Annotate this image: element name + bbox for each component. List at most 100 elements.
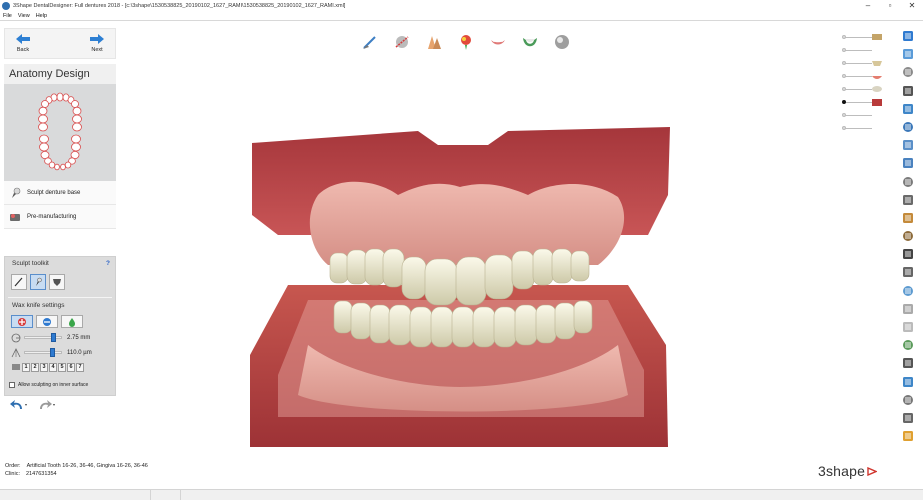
back-button[interactable]: Back xyxy=(8,32,38,58)
articulator-icon xyxy=(871,45,883,55)
lower-model-icon xyxy=(872,86,882,92)
bite-guard-icon xyxy=(871,123,883,133)
close-icon[interactable]: ✕ xyxy=(901,0,923,12)
wax-knife-tool-icon[interactable] xyxy=(30,274,46,290)
gingiva-icon[interactable] xyxy=(489,33,507,51)
smooth-material-icon[interactable] xyxy=(61,315,83,328)
screenshot-icon[interactable] xyxy=(902,321,914,333)
visibility-panel xyxy=(838,31,886,135)
main-toolbar xyxy=(361,33,571,51)
allow-inner-checkbox[interactable] xyxy=(9,382,15,388)
back-label: Back xyxy=(16,47,30,53)
occlusion-icon[interactable] xyxy=(902,230,914,242)
denture-base-icon[interactable] xyxy=(521,33,539,51)
close-view-icon[interactable] xyxy=(902,30,914,42)
status-bar xyxy=(0,489,923,500)
sculpt-knife-icon xyxy=(12,187,21,198)
wizard-nav: Back Next xyxy=(4,28,116,59)
wax-knife-title: Wax knife settings xyxy=(12,302,65,309)
preset-4-button[interactable]: 4 xyxy=(49,362,57,372)
radius-slider-thumb[interactable] xyxy=(51,333,56,342)
front-view-icon[interactable] xyxy=(902,103,914,115)
next-button[interactable]: Next xyxy=(82,32,112,58)
knife-tool-icon[interactable] xyxy=(11,274,27,290)
sculpt-icon[interactable] xyxy=(902,194,914,206)
preset-row: 1 2 3 4 5 6 7 xyxy=(8,360,112,374)
preset-5-button[interactable]: 5 xyxy=(58,362,66,372)
denture-model-render xyxy=(250,127,670,447)
toolkit-tools xyxy=(8,271,112,293)
clip-icon[interactable] xyxy=(902,266,914,278)
cut-tool-icon[interactable] xyxy=(393,33,411,51)
logo-text: 3shape xyxy=(818,463,866,479)
visibility-row-bite-guard[interactable] xyxy=(838,122,886,135)
ball-view-icon[interactable] xyxy=(902,66,914,78)
visibility-row-upper-teeth[interactable] xyxy=(838,57,886,70)
hat-icon[interactable] xyxy=(902,85,914,97)
clinic-value: 2147631354 xyxy=(25,471,57,477)
lower-jaw-icon[interactable] xyxy=(902,357,914,369)
strength-slider-thumb[interactable] xyxy=(50,348,55,357)
minimize-icon[interactable]: – xyxy=(857,0,879,12)
preset-icon xyxy=(12,364,20,370)
menu-help[interactable]: Help xyxy=(33,13,50,19)
help-icon[interactable]: ? xyxy=(106,260,112,271)
teeth-setup-icon[interactable] xyxy=(425,33,443,51)
ruler-icon[interactable] xyxy=(902,248,914,260)
undo-icon[interactable] xyxy=(10,400,28,410)
wizard-panel: Back Next Anatomy Design Sculpt denture … xyxy=(4,28,116,409)
menu-view[interactable]: View xyxy=(15,13,33,19)
wax-icon[interactable] xyxy=(902,176,914,188)
teeth-view-icon[interactable] xyxy=(902,339,914,351)
sub-step-sculpt-denture-base[interactable]: Sculpt denture base xyxy=(4,181,116,205)
radius-slider[interactable] xyxy=(24,333,62,342)
smooth-tool-icon[interactable] xyxy=(49,274,65,290)
sub-step-label: Pre-manufacturing xyxy=(27,213,77,220)
sphere-icon[interactable] xyxy=(553,33,571,51)
visibility-row-maxilla-model[interactable] xyxy=(838,31,886,44)
right-view-icon[interactable] xyxy=(902,157,914,169)
sub-step-pre-manufacturing[interactable]: Pre-manufacturing xyxy=(4,205,116,229)
radius-icon xyxy=(11,333,21,342)
gingiva-red-icon xyxy=(872,99,882,106)
checkbox-view-icon[interactable] xyxy=(902,376,914,388)
model-icon[interactable] xyxy=(902,285,914,297)
menu-file[interactable]: File xyxy=(0,13,15,19)
remove-material-icon[interactable] xyxy=(36,315,58,328)
step-title: Anatomy Design xyxy=(4,64,116,84)
settings-icon[interactable] xyxy=(902,394,914,406)
app-window: 3Shape DentalDesigner: Full dentures 201… xyxy=(0,0,923,500)
logo-triangle-icon xyxy=(867,466,878,476)
preset-6-button[interactable]: 6 xyxy=(67,362,75,372)
visibility-row-upper-gingiva[interactable] xyxy=(838,70,886,83)
upper-jaw-icon[interactable] xyxy=(902,412,914,424)
margin-tool-icon[interactable] xyxy=(361,33,379,51)
fullscreen-icon[interactable] xyxy=(902,48,914,60)
visibility-row-lower-model[interactable] xyxy=(838,83,886,96)
preset-7-button[interactable]: 7 xyxy=(76,362,84,372)
preset-1-button[interactable]: 1 xyxy=(22,362,30,372)
strength-icon xyxy=(11,347,21,357)
3d-viewport[interactable] xyxy=(248,125,672,450)
app-icon xyxy=(2,2,10,10)
left-view-icon[interactable] xyxy=(902,139,914,151)
strength-slider[interactable] xyxy=(24,348,62,357)
strength-value: 110.0 µm xyxy=(67,349,92,356)
visibility-row-articulator[interactable] xyxy=(838,44,886,57)
next-label: Next xyxy=(91,47,103,53)
dimension-icon[interactable] xyxy=(902,303,914,315)
visibility-row-gingiva-red[interactable] xyxy=(838,96,886,109)
color-wheel-icon[interactable] xyxy=(902,430,914,442)
maximize-icon[interactable]: ▫ xyxy=(879,0,901,12)
measure-icon[interactable] xyxy=(902,212,914,224)
back-view-icon[interactable] xyxy=(902,121,914,133)
order-label: Order: xyxy=(5,463,21,469)
add-material-icon[interactable] xyxy=(11,315,33,328)
color-tool-icon[interactable] xyxy=(457,33,475,51)
radius-slider-row: 2.75 mm xyxy=(8,330,112,345)
preset-3-button[interactable]: 3 xyxy=(40,362,48,372)
redo-icon[interactable] xyxy=(38,400,56,410)
visibility-row-antagonist[interactable] xyxy=(838,109,886,122)
sculpt-toolkit-title: Sculpt toolkit xyxy=(12,260,49,267)
preset-2-button[interactable]: 2 xyxy=(31,362,39,372)
